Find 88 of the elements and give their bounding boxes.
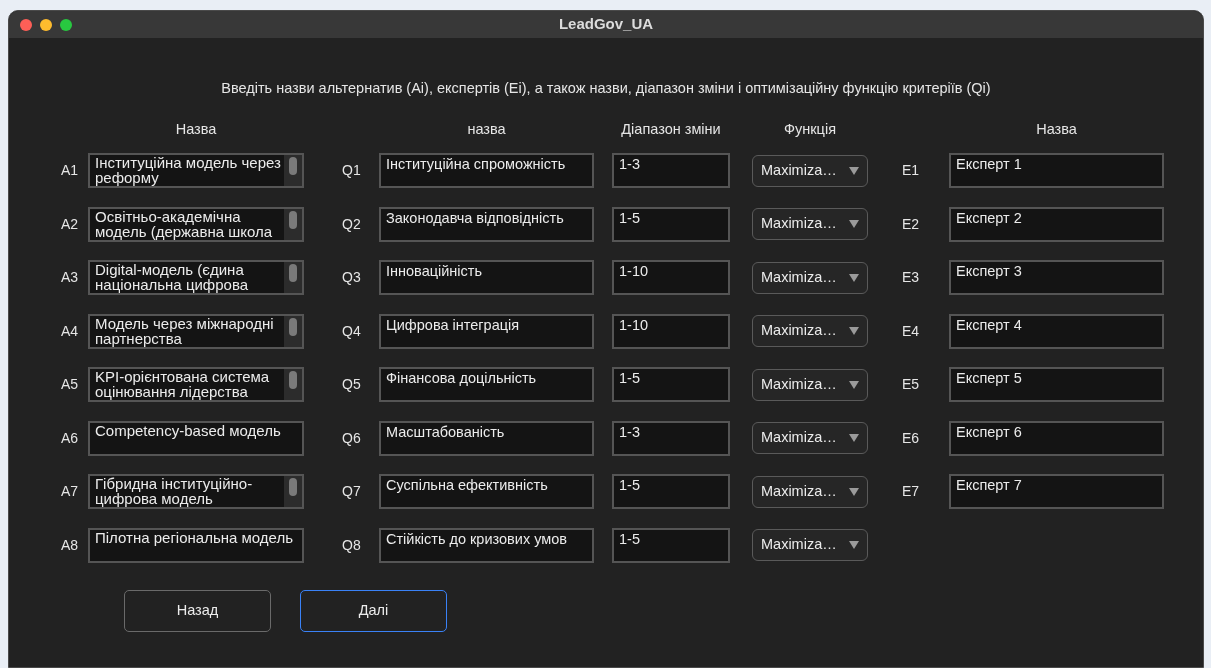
range-field[interactable]: 1-10 (612, 260, 730, 295)
criterion-name-field[interactable]: Фінансова доцільність (379, 367, 594, 402)
row-label: E4 (902, 321, 920, 341)
row-label: Q7 (342, 482, 361, 501)
function-dropdown[interactable]: Maximiza… (752, 475, 868, 508)
row-label: E1 (902, 161, 920, 180)
row-label: Q8 (342, 535, 361, 555)
row-label: E7 (902, 482, 920, 501)
nav-button[interactable]: Назад (124, 589, 271, 632)
row-label: A5 (61, 375, 79, 394)
scrollbar-thumb[interactable] (289, 478, 297, 496)
row-label: Q5 (342, 375, 361, 394)
text-area[interactable]: Пілотна регіональна модель (88, 527, 304, 563)
row-label: A6 (61, 428, 79, 448)
text-area[interactable]: Digital-модель (єдина національна цифрова (88, 260, 304, 295)
instruction-text: Введіть назви альтернатив (Ai), експертів (Ei), а також назви, діапазон зміни і оптимізаційну функцію критеріїв (Qi) (221, 79, 991, 98)
caret-icon (849, 434, 859, 442)
range-field[interactable]: 1-5 (612, 206, 730, 242)
zoom-button[interactable] (60, 18, 72, 31)
text-area[interactable]: KPI-орієнтована система оцінювання лідерства (88, 367, 304, 402)
row-label: Q6 (342, 428, 361, 448)
column-header: назва (467, 119, 506, 139)
function-dropdown[interactable]: Maximiza… (752, 422, 868, 454)
function-dropdown[interactable]: Maximiza… (752, 529, 868, 561)
row-label: E3 (902, 268, 920, 287)
row-label: E6 (902, 428, 920, 448)
expert-name-field[interactable]: Експерт 7 (949, 474, 1164, 509)
range-field[interactable]: 1-10 (612, 313, 730, 349)
range-field[interactable]: 1-5 (612, 367, 730, 402)
minimize-button[interactable] (40, 18, 52, 31)
text-area[interactable]: Гібридна інституційно-цифрова модель (88, 474, 304, 509)
row-label: E5 (902, 375, 920, 394)
caret-icon (849, 220, 859, 228)
scrollbar-thumb[interactable] (289, 317, 297, 336)
scrollbar-thumb[interactable] (289, 264, 297, 282)
scrollbar-thumb[interactable] (289, 210, 297, 229)
row-label: A3 (61, 268, 79, 287)
text-area[interactable]: Інституційна модель через реформу (88, 153, 304, 188)
text-area[interactable]: Модель через міжнародні партнерства (88, 313, 304, 349)
criterion-name-field[interactable]: Стійкість до кризових умов (379, 527, 594, 563)
expert-name-field[interactable]: Експерт 5 (949, 367, 1164, 402)
function-dropdown[interactable]: Maximiza… (752, 154, 868, 187)
close-button[interactable] (20, 18, 32, 31)
function-dropdown[interactable]: Maximiza… (752, 315, 868, 347)
row-label: A8 (61, 535, 79, 555)
expert-name-field[interactable]: Експерт 2 (949, 206, 1164, 242)
row-label: Q3 (342, 268, 361, 287)
function-dropdown[interactable]: Maximiza… (752, 261, 868, 294)
scrollbar-thumb[interactable] (289, 157, 297, 175)
caret-icon (849, 166, 859, 175)
criterion-name-field[interactable]: Суспільна ефективність (379, 474, 594, 509)
row-label: Q2 (342, 214, 361, 234)
expert-name-field[interactable]: Експерт 3 (949, 260, 1164, 295)
nav-button[interactable]: Далі (300, 589, 447, 632)
column-header: Діапазон зміни (621, 119, 721, 139)
row-label: A2 (61, 214, 79, 234)
row-label: Q1 (342, 161, 361, 180)
caret-icon (849, 327, 859, 335)
row-label: E2 (902, 214, 920, 234)
column-header: Назва (1036, 119, 1077, 139)
criterion-name-field[interactable]: Інституційна спроможність (379, 153, 594, 188)
function-dropdown[interactable]: Maximiza… (752, 208, 868, 240)
row-label: Q4 (342, 321, 361, 341)
row-label: A7 (61, 482, 79, 501)
range-field[interactable]: 1-3 (612, 420, 730, 456)
range-field[interactable]: 1-5 (612, 474, 730, 509)
expert-name-field[interactable]: Експерт 4 (949, 313, 1164, 349)
window-title: LeadGov_UA (558, 14, 654, 35)
criterion-name-field[interactable]: Цифрова інтеграція (379, 313, 594, 349)
caret-icon (849, 541, 859, 549)
caret-icon (849, 273, 859, 282)
criterion-name-field[interactable]: Законодавча відповідність (379, 206, 594, 242)
column-header: Функція (784, 119, 836, 139)
criterion-name-field[interactable]: Масштабованість (379, 420, 594, 456)
text-area[interactable]: Освітньо-академічна модель (державна школа (88, 206, 304, 242)
row-label: A4 (61, 321, 79, 341)
caret-icon (849, 380, 859, 389)
expert-name-field[interactable]: Експерт 6 (949, 420, 1164, 456)
column-header: Назва (175, 119, 217, 139)
criterion-name-field[interactable]: Інноваційність (379, 260, 594, 295)
range-field[interactable]: 1-5 (612, 527, 730, 563)
scrollbar-thumb[interactable] (289, 371, 297, 389)
expert-name-field[interactable]: Експерт 1 (949, 153, 1164, 188)
text-area[interactable]: Competency-based модель (88, 420, 304, 456)
caret-icon (849, 487, 859, 496)
range-field[interactable]: 1-3 (612, 153, 730, 188)
function-dropdown[interactable]: Maximiza… (752, 368, 868, 401)
row-label: A1 (61, 161, 79, 180)
